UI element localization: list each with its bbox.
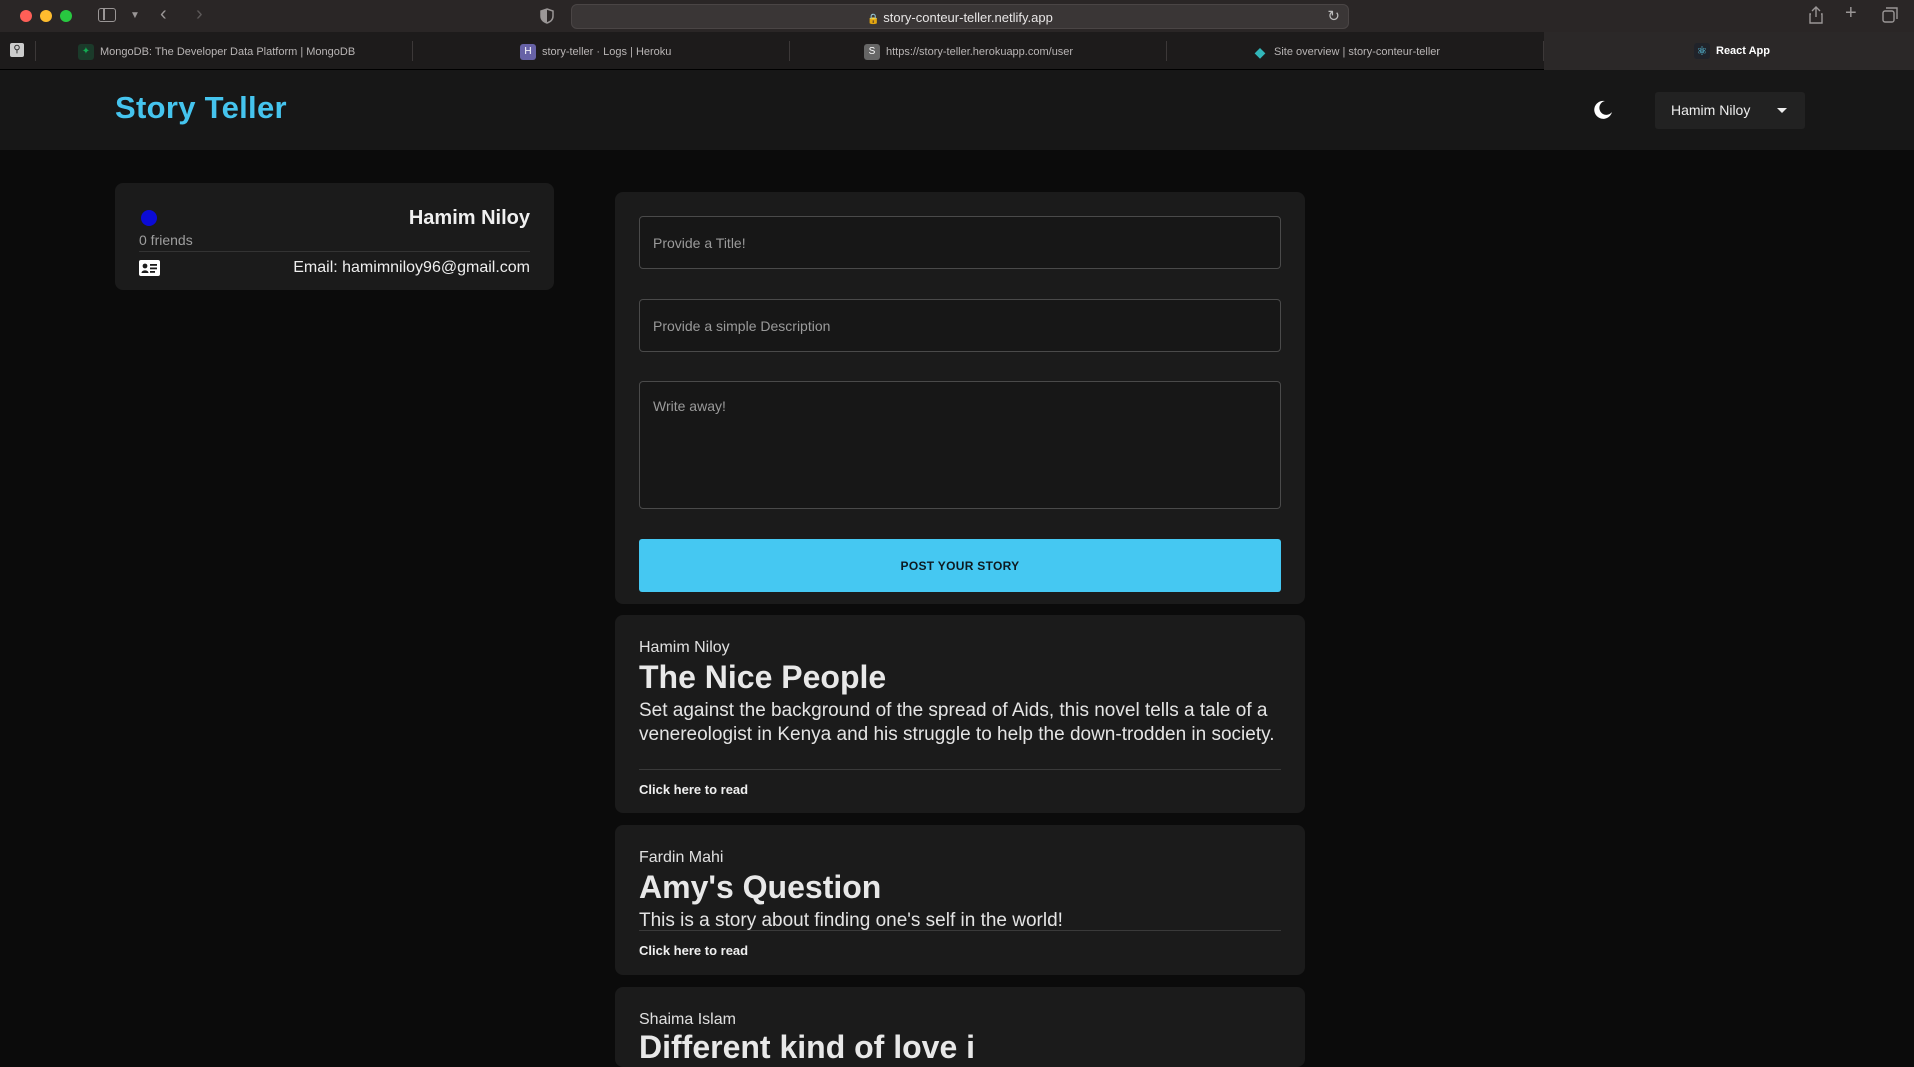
browser-tab-bar: ⚲ ✦ MongoDB: The Developer Data Platform… bbox=[0, 32, 1914, 70]
dark-mode-toggle-icon[interactable] bbox=[1593, 100, 1613, 120]
story-card: Shaima Islam Different kind of love i bbox=[615, 987, 1305, 1067]
new-tab-icon[interactable]: + bbox=[1845, 3, 1857, 23]
sidebar-toggle-icon[interactable] bbox=[98, 8, 116, 22]
netlify-icon: ◆ bbox=[1254, 44, 1266, 60]
story-card: Fardin Mahi Amy's Question This is a sto… bbox=[615, 825, 1305, 975]
story-description: Set against the background of the spread… bbox=[639, 700, 1275, 745]
lock-icon: 🔒 bbox=[867, 14, 880, 25]
profile-card: Hamim Niloy 0 friends Email: hamimniloy9… bbox=[115, 183, 554, 290]
tab-label: React App bbox=[1716, 45, 1770, 57]
forward-icon[interactable]: › bbox=[196, 4, 203, 24]
heroku-icon: H bbox=[520, 44, 536, 60]
reload-icon[interactable]: ↻ bbox=[1327, 9, 1340, 25]
s-letter-icon: S bbox=[864, 44, 880, 60]
react-icon: ⚛ bbox=[1694, 43, 1710, 59]
profile-name: Hamim Niloy bbox=[408, 207, 530, 229]
zoom-window-button[interactable] bbox=[60, 10, 72, 22]
tab-overview-icon[interactable] bbox=[1882, 7, 1898, 27]
id-card-icon bbox=[139, 260, 160, 276]
privacy-shield-icon[interactable] bbox=[540, 8, 554, 28]
caret-down-icon bbox=[1777, 108, 1787, 113]
read-story-link[interactable]: Click here to read bbox=[639, 782, 748, 797]
tab-react-app[interactable]: ⚛ React App bbox=[1544, 32, 1914, 70]
tab-label: Site overview | story-conteur-teller bbox=[1274, 46, 1441, 58]
post-story-button[interactable]: POST YOUR STORY bbox=[639, 539, 1281, 592]
browser-titlebar: ▼ ‹ › 🔒 story-conteur-teller.netlify.app… bbox=[0, 0, 1914, 32]
story-body-textarea[interactable] bbox=[639, 381, 1281, 509]
story-title: Different kind of love i bbox=[639, 1029, 976, 1065]
tab-heroku-user[interactable]: S https://story-teller.herokuapp.com/use… bbox=[864, 41, 1073, 63]
friends-count: 0 friends bbox=[139, 232, 193, 248]
profile-email: Email: hamimniloy96@gmail.com bbox=[293, 259, 530, 276]
story-author: Shaima Islam bbox=[639, 1011, 736, 1028]
close-window-button[interactable] bbox=[20, 10, 32, 22]
url-text: story-conteur-teller.netlify.app bbox=[883, 10, 1053, 25]
story-title: The Nice People bbox=[639, 659, 887, 695]
app-header: Story Teller Hamim Niloy bbox=[0, 70, 1914, 150]
tab-heroku-logs[interactable]: H story-teller · Logs | Heroku bbox=[520, 41, 671, 63]
tab-label: https://story-teller.herokuapp.com/user bbox=[886, 46, 1074, 58]
divider bbox=[639, 930, 1281, 931]
tab-netlify[interactable]: ◆ Site overview | story-conteur-teller bbox=[1252, 41, 1440, 63]
divider bbox=[639, 769, 1281, 770]
back-icon[interactable]: ‹ bbox=[160, 4, 167, 24]
tab-label: MongoDB: The Developer Data Platform | M… bbox=[100, 46, 356, 58]
avatar bbox=[141, 210, 157, 226]
story-card: Hamim Niloy The Nice People Set against … bbox=[615, 615, 1305, 813]
user-menu-label: Hamim Niloy bbox=[1671, 102, 1751, 118]
story-description-input[interactable] bbox=[639, 299, 1281, 352]
post-story-form: POST YOUR STORY bbox=[615, 192, 1305, 604]
search-icon[interactable]: ⚲ bbox=[10, 43, 24, 57]
chevron-down-icon[interactable]: ▼ bbox=[130, 8, 140, 24]
tab-label: story-teller · Logs | Heroku bbox=[542, 46, 672, 58]
divider bbox=[139, 251, 530, 252]
story-author: Hamim Niloy bbox=[639, 639, 730, 656]
story-author: Fardin Mahi bbox=[639, 849, 724, 866]
read-story-link[interactable]: Click here to read bbox=[639, 943, 748, 958]
story-title: Amy's Question bbox=[639, 869, 882, 905]
story-title-input[interactable] bbox=[639, 216, 1281, 269]
user-menu-dropdown[interactable]: Hamim Niloy bbox=[1655, 92, 1805, 129]
address-bar[interactable]: 🔒 story-conteur-teller.netlify.app ↻ bbox=[571, 4, 1349, 29]
share-icon[interactable] bbox=[1809, 6, 1823, 28]
minimize-window-button[interactable] bbox=[40, 10, 52, 22]
brand-logo[interactable]: Story Teller bbox=[115, 90, 287, 126]
tab-mongodb[interactable]: ✦ MongoDB: The Developer Data Platform |… bbox=[78, 41, 355, 63]
mongodb-leaf-icon: ✦ bbox=[78, 44, 94, 60]
